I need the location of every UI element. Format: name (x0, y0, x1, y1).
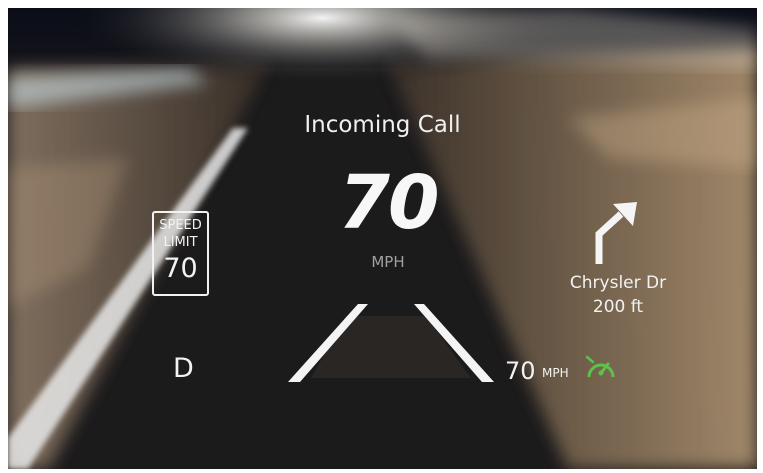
speed-limit-value: 70 (163, 253, 198, 284)
current-speed-unit: MPH (371, 253, 405, 271)
heads-up-display: Incoming Call 70 MPH SPEED LIMIT 70 D Ch… (8, 8, 757, 469)
speed-limit-label-line2: LIMIT (163, 235, 198, 250)
incoming-call-notification: Incoming Call (304, 112, 461, 138)
speed-limit-sign: SPEED LIMIT 70 (152, 211, 209, 296)
gear-indicator: D (173, 353, 194, 384)
navigation-instruction: Chrysler Dr 200 ft (528, 271, 708, 319)
navigation-street-name: Chrysler Dr (569, 273, 667, 293)
cruise-set-speed-unit: MPH (542, 366, 569, 380)
lane-departure-icon (288, 304, 494, 382)
cruise-set-speed-value: 70 (505, 357, 536, 385)
adaptive-cruise-icon (585, 355, 615, 378)
current-speed-value: 70 (338, 160, 440, 246)
navigation-distance: 200 ft (592, 297, 644, 317)
speed-limit-label-line1: SPEED (159, 218, 202, 233)
turn-right-arrow-icon (595, 202, 637, 264)
